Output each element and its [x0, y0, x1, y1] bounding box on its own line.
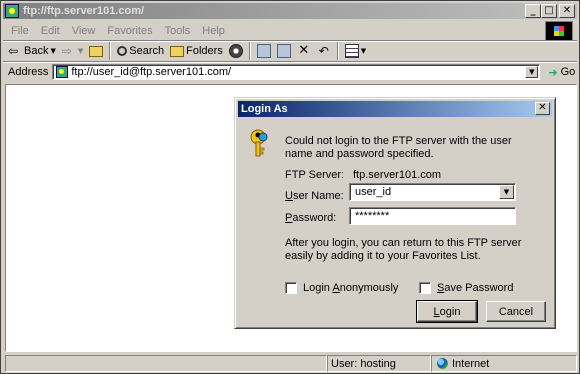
- chevron-down-icon[interactable]: ▼: [499, 185, 514, 199]
- back-label: Back: [24, 45, 49, 57]
- address-bar: Address ftp://user_id@ftp.server101.com/…: [5, 63, 577, 81]
- cancel-button[interactable]: Cancel: [486, 301, 546, 322]
- menu-tools[interactable]: Tools: [159, 25, 197, 37]
- dialog-title-bar[interactable]: Login As ✕: [238, 101, 552, 117]
- password-value[interactable]: ********: [355, 210, 389, 222]
- up-folder-icon: [89, 45, 104, 57]
- status-zone: Internet: [452, 357, 490, 370]
- address-field[interactable]: ftp://user_id@ftp.server101.com/ ▼: [52, 64, 541, 80]
- menu-file[interactable]: File: [5, 25, 35, 37]
- copy-to-button[interactable]: [274, 42, 294, 60]
- save-password-label: Save Password: [437, 282, 514, 294]
- cancel-button-label: Cancel: [498, 305, 534, 318]
- checkbox-box[interactable]: [285, 282, 297, 294]
- explorer-window: ftp://ftp.server101.com/ _ □ ✕ File Edit…: [0, 0, 580, 374]
- move-to-icon: [256, 44, 271, 58]
- folders-label: Folders: [186, 45, 223, 57]
- menu-bar: File Edit View Favorites Tools Help: [3, 21, 543, 40]
- username-combo[interactable]: user_id ▼: [349, 183, 516, 201]
- search-button[interactable]: Search: [114, 42, 167, 60]
- delete-button[interactable]: ✕: [294, 42, 314, 60]
- history-icon: [228, 44, 243, 58]
- minimize-button[interactable]: _: [525, 4, 541, 18]
- dialog-title: Login As: [241, 103, 288, 115]
- back-arrow-icon: ⇦: [8, 44, 19, 58]
- login-button[interactable]: Login: [416, 300, 478, 323]
- undo-button[interactable]: ↶: [314, 42, 334, 60]
- windows-logo-icon: [545, 21, 573, 41]
- toolbar-separator: [109, 42, 112, 60]
- menu-help[interactable]: Help: [196, 25, 231, 37]
- views-button[interactable]: ▼: [342, 42, 369, 60]
- password-field[interactable]: ********: [349, 207, 516, 225]
- address-value[interactable]: ftp://user_id@ftp.server101.com/: [71, 66, 231, 78]
- address-label: Address: [8, 66, 49, 78]
- search-icon: [117, 46, 128, 56]
- window-title: ftp://ftp.server101.com/: [23, 5, 145, 17]
- ftp-server-label: FTP Server:: [285, 169, 345, 181]
- go-label: Go: [560, 66, 576, 78]
- dialog-info-text: After you login, you can return to this …: [285, 237, 522, 262]
- login-anonymously-label: Login Anonymously: [303, 282, 399, 294]
- login-anonymously-checkbox[interactable]: Login Anonymously: [285, 282, 398, 294]
- maximize-button[interactable]: □: [541, 4, 557, 18]
- search-label: Search: [129, 45, 165, 57]
- folders-button[interactable]: Folders: [167, 42, 226, 60]
- username-value[interactable]: user_id: [355, 186, 391, 198]
- key-icon: [250, 129, 268, 157]
- chevron-down-icon[interactable]: ▼: [50, 47, 55, 55]
- ftp-folder-icon: [5, 4, 19, 18]
- internet-globe-icon: [437, 358, 448, 369]
- copy-to-icon: [276, 44, 291, 58]
- login-button-label: Login: [433, 305, 461, 318]
- back-button[interactable]: ⇦ Back ▼: [5, 42, 59, 60]
- close-button[interactable]: ✕: [559, 4, 575, 18]
- go-arrow-icon: ➜: [548, 65, 558, 79]
- move-to-button[interactable]: [254, 42, 274, 60]
- status-bar: User: hosting Internet: [5, 355, 577, 372]
- forward-button[interactable]: ⇨ ▼: [59, 42, 86, 60]
- folders-icon: [170, 45, 185, 57]
- menu-edit[interactable]: Edit: [35, 25, 66, 37]
- forward-arrow-icon: ⇨: [61, 44, 72, 58]
- status-user: User: hosting: [331, 357, 396, 370]
- save-password-checkbox[interactable]: Save Password: [419, 282, 513, 294]
- dialog-message: Could not login to the FTP server with t…: [285, 135, 512, 160]
- status-pane-main: [5, 355, 327, 372]
- username-label: User Name:: [285, 190, 344, 202]
- toolbar-separator: [248, 42, 251, 60]
- views-icon: [344, 44, 359, 58]
- go-button[interactable]: ➜ Go: [548, 66, 575, 79]
- standard-toolbar: ⇦ Back ▼ ⇨ ▼ Search Folders ✕ ↶ ▼: [5, 41, 577, 61]
- status-pane-zone: Internet: [431, 355, 577, 372]
- password-label: Password:: [285, 212, 337, 224]
- chevron-down-icon[interactable]: ▼: [525, 66, 539, 78]
- title-bar[interactable]: ftp://ftp.server101.com/ _ □ ✕: [3, 3, 577, 19]
- delete-x-icon: ✕: [298, 43, 310, 58]
- history-button[interactable]: [226, 42, 246, 60]
- toolbar-separator: [336, 42, 339, 60]
- status-pane-user: User: hosting: [327, 355, 431, 372]
- undo-icon: ↶: [318, 44, 329, 58]
- chevron-down-icon[interactable]: ▼: [361, 47, 366, 55]
- menu-favorites[interactable]: Favorites: [101, 25, 158, 37]
- menu-view[interactable]: View: [66, 25, 102, 37]
- chevron-down-icon[interactable]: ▼: [78, 47, 83, 55]
- checkbox-box[interactable]: [419, 282, 431, 294]
- dialog-close-button[interactable]: ✕: [535, 102, 550, 115]
- ftp-folder-icon: [56, 66, 69, 78]
- ftp-server-value: ftp.server101.com: [353, 169, 442, 181]
- up-button[interactable]: [86, 42, 106, 60]
